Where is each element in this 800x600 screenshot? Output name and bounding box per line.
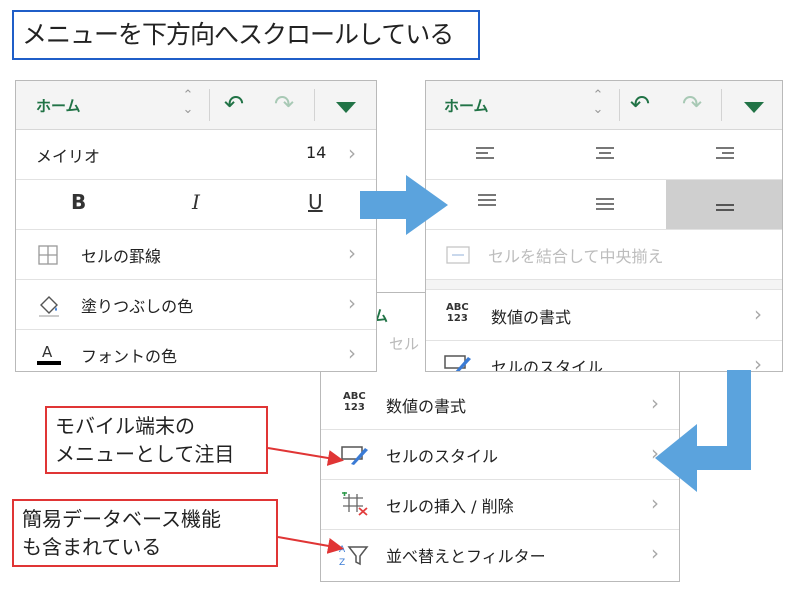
callout-pointer-lines xyxy=(267,447,344,554)
